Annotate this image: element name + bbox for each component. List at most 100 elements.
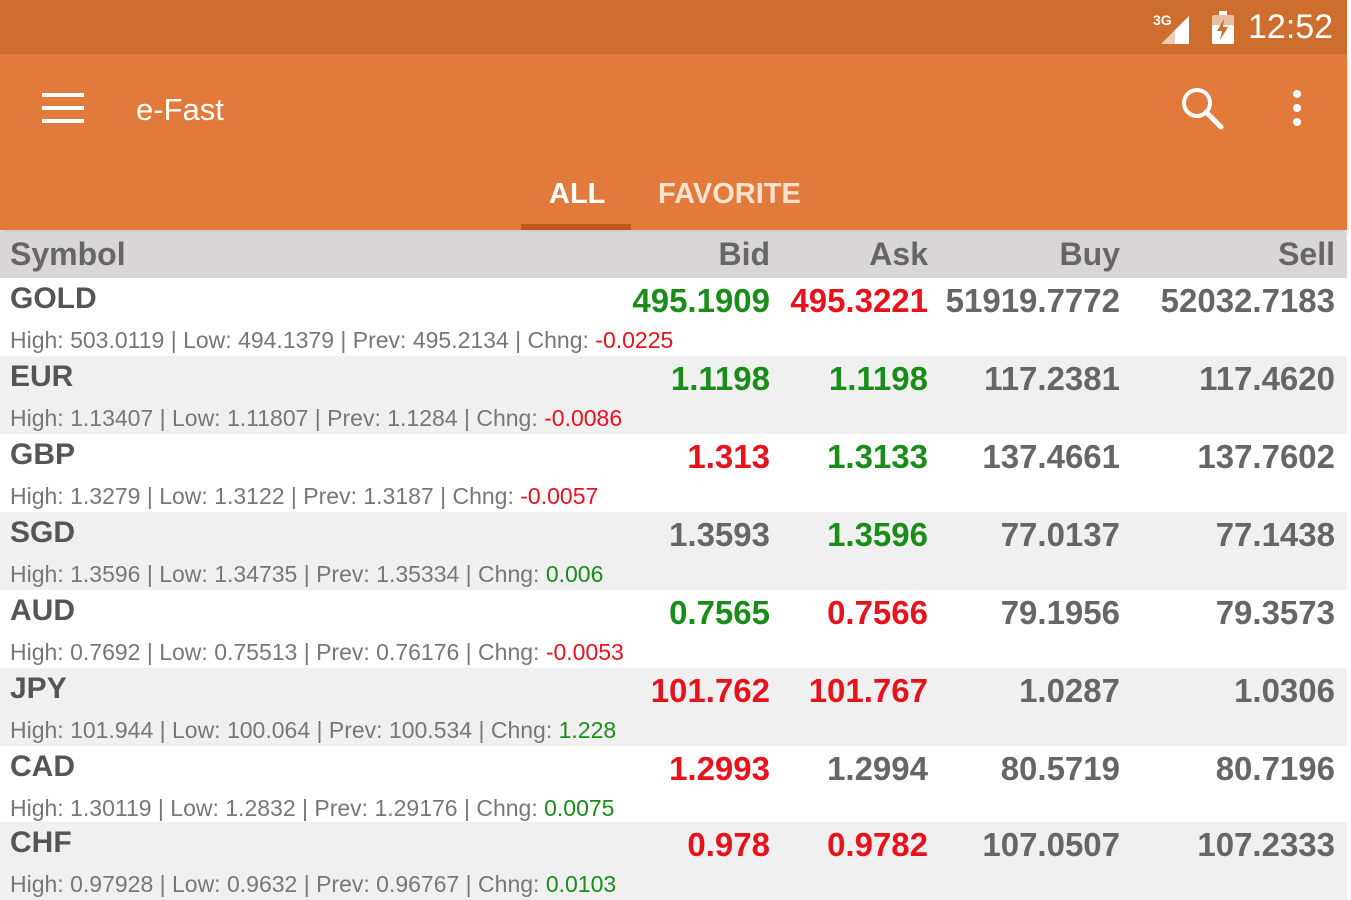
- sell-value[interactable]: 137.7602: [1197, 438, 1335, 476]
- prev-value: 0.76176: [376, 639, 460, 665]
- bid-value: 0.7565: [669, 594, 770, 631]
- bid-value: 1.313: [687, 438, 770, 475]
- prev-value: 100.534: [388, 717, 473, 743]
- status-bar: 3G 12:52: [0, 0, 1347, 54]
- chng-value: 0.0075: [544, 795, 615, 821]
- prev-value: 1.29176: [374, 795, 458, 821]
- table-header: Symbol Bid Ask Buy Sell: [0, 232, 1347, 278]
- ask-value: 101.767: [808, 672, 928, 709]
- search-icon[interactable]: [1178, 84, 1226, 132]
- buy-value[interactable]: 51919.7772: [946, 282, 1120, 320]
- quote-row-eur[interactable]: EUR 1.1198 1.1198 117.2381 117.4620 High…: [0, 356, 1347, 434]
- low-value: 0.75513: [214, 639, 298, 665]
- ask-value: 1.2994: [827, 750, 928, 787]
- column-header-buy[interactable]: Buy: [1060, 236, 1120, 273]
- quote-details: High: 1.3279 | Low: 1.3122 | Prev: 1.318…: [10, 483, 598, 510]
- chng-value: 1.228: [558, 717, 617, 743]
- quote-row-jpy[interactable]: JPY 101.762 101.767 1.0287 1.0306 High: …: [0, 668, 1347, 746]
- quote-row-chf[interactable]: CHF 0.978 0.9782 107.0507 107.2333 High:…: [0, 822, 1347, 900]
- quote-details: High: 101.944 | Low: 100.064 | Prev: 100…: [10, 717, 616, 744]
- sell-value[interactable]: 1.0306: [1234, 672, 1335, 710]
- low-value: 1.11807: [226, 405, 309, 431]
- high-label: High:: [10, 405, 71, 431]
- high-value: 101.944: [70, 717, 154, 743]
- bid-value: 0.978: [687, 826, 770, 863]
- high-label: High:: [10, 483, 71, 509]
- chng-label: | Chng:: [508, 327, 596, 353]
- quote-row-gbp[interactable]: GBP 1.313 1.3133 137.4661 137.7602 High:…: [0, 434, 1347, 512]
- high-value: 1.30119: [70, 795, 152, 821]
- prev-value: 1.1284: [387, 405, 458, 431]
- chng-value: -0.0225: [595, 327, 674, 353]
- high-label: High:: [10, 639, 71, 665]
- chng-label: | Chng:: [459, 871, 546, 897]
- low-label: | Low:: [153, 717, 227, 743]
- prev-value: 1.3187: [363, 483, 434, 509]
- high-label: High:: [10, 327, 71, 353]
- sell-value[interactable]: 79.3573: [1216, 594, 1335, 632]
- battery-icon: [1211, 11, 1235, 45]
- low-value: 1.3122: [214, 483, 285, 509]
- column-header-bid[interactable]: Bid: [718, 236, 770, 273]
- more-vert-icon[interactable]: [1282, 84, 1312, 132]
- low-value: 1.2832: [225, 795, 296, 821]
- buy-value[interactable]: 137.4661: [982, 438, 1120, 476]
- chng-label: | Chng:: [457, 405, 545, 431]
- high-value: 0.97928: [70, 871, 154, 897]
- low-value: 1.34735: [214, 561, 298, 587]
- sell-value[interactable]: 80.7196: [1216, 750, 1335, 788]
- buy-value[interactable]: 117.2381: [984, 360, 1120, 398]
- buy-value[interactable]: 77.0137: [1001, 516, 1120, 554]
- column-header-ask[interactable]: Ask: [869, 236, 928, 273]
- buy-value[interactable]: 80.5719: [1001, 750, 1120, 788]
- buy-value[interactable]: 1.0287: [1019, 672, 1120, 710]
- column-header-symbol[interactable]: Symbol: [10, 236, 126, 273]
- chng-label: | Chng:: [472, 717, 559, 743]
- prev-value: 0.96767: [376, 871, 460, 897]
- sell-value[interactable]: 107.2333: [1197, 826, 1335, 864]
- quote-row-cad[interactable]: CAD 1.2993 1.2994 80.5719 80.7196 High: …: [0, 746, 1347, 824]
- quote-details: High: 0.97928 | Low: 0.9632 | Prev: 0.96…: [10, 871, 616, 898]
- ask-value: 1.3596: [827, 516, 928, 553]
- ask-value: 0.7566: [827, 594, 928, 631]
- high-value: 1.3279: [70, 483, 141, 509]
- sell-value[interactable]: 77.1438: [1216, 516, 1335, 554]
- low-label: | Low:: [153, 871, 227, 897]
- app-bar: e-Fast ALL FAVORITE: [0, 54, 1347, 230]
- high-value: 0.7692: [70, 639, 141, 665]
- network-type-label: 3G: [1153, 12, 1172, 28]
- prev-label: | Prev:: [297, 561, 377, 587]
- chng-value: -0.0057: [520, 483, 599, 509]
- quote-row-gold[interactable]: GOLD 495.1909 495.3221 51919.7772 52032.…: [0, 278, 1347, 356]
- low-value: 100.064: [226, 717, 311, 743]
- low-label: | Low:: [140, 483, 215, 509]
- low-label: | Low:: [140, 639, 215, 665]
- buy-value[interactable]: 107.0507: [982, 826, 1120, 864]
- menu-icon[interactable]: [40, 90, 86, 126]
- chng-label: | Chng:: [433, 483, 521, 509]
- app-title: e-Fast: [136, 92, 224, 127]
- high-label: High:: [10, 795, 71, 821]
- low-label: | Low:: [151, 795, 226, 821]
- low-label: | Low:: [164, 327, 239, 353]
- prev-label: | Prev:: [295, 795, 375, 821]
- low-label: | Low:: [153, 405, 227, 431]
- column-header-sell[interactable]: Sell: [1278, 236, 1335, 273]
- quote-row-aud[interactable]: AUD 0.7565 0.7566 79.1956 79.3573 High: …: [0, 590, 1347, 668]
- prev-label: | Prev:: [310, 717, 389, 743]
- ask-value: 495.3221: [790, 282, 928, 319]
- sell-value[interactable]: 52032.7183: [1161, 282, 1335, 320]
- tab-favorite[interactable]: FAVORITE: [658, 178, 801, 211]
- high-value: 1.13407: [70, 405, 154, 431]
- buy-value[interactable]: 79.1956: [1001, 594, 1120, 632]
- prev-label: | Prev:: [308, 405, 388, 431]
- chng-value: 0.0103: [545, 871, 617, 897]
- sell-value[interactable]: 117.4620: [1199, 360, 1335, 398]
- quote-details: High: 1.3596 | Low: 1.34735 | Prev: 1.35…: [10, 561, 603, 588]
- network-signal-icon: 3G: [1153, 12, 1195, 46]
- quote-row-sgd[interactable]: SGD 1.3593 1.3596 77.0137 77.1438 High: …: [0, 512, 1347, 590]
- bid-value: 101.762: [650, 672, 770, 709]
- tab-all[interactable]: ALL: [549, 178, 605, 211]
- quote-details: High: 1.13407 | Low: 1.11807 | Prev: 1.1…: [10, 405, 622, 432]
- symbol-label: CHF: [10, 826, 72, 859]
